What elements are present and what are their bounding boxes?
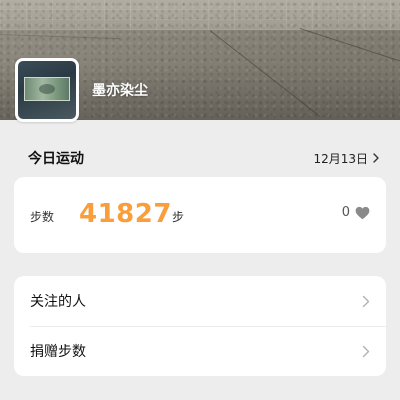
- date-label: 12月13日: [313, 151, 368, 166]
- banknote-avatar-icon: [18, 61, 76, 119]
- banknote-image: [24, 77, 70, 101]
- menu-card: 关注的人 捐赠步数: [14, 276, 386, 376]
- step-count: 41827: [79, 199, 172, 229]
- today-activity-header: 今日运动 12月13日: [28, 148, 380, 168]
- menu-item-following[interactable]: 关注的人: [14, 276, 386, 326]
- chevron-right-icon: [373, 153, 379, 163]
- avatar[interactable]: [15, 58, 79, 122]
- like-count: 0: [341, 205, 350, 220]
- menu-item-label: 关注的人: [30, 294, 86, 310]
- date-selector[interactable]: 12月13日: [313, 150, 380, 167]
- steps-unit: 步: [172, 210, 185, 224]
- step-count-card[interactable]: 步数 41827 步 0: [14, 177, 386, 253]
- like-button[interactable]: 0: [342, 205, 370, 220]
- section-title: 今日运动: [28, 151, 84, 167]
- heart-icon: [355, 206, 370, 219]
- menu-item-label: 捐赠步数: [30, 344, 86, 360]
- chevron-right-icon: [362, 345, 370, 357]
- steps-label: 步数: [30, 210, 55, 224]
- chevron-right-icon: [362, 295, 370, 307]
- username: 墨亦染尘: [92, 83, 148, 99]
- menu-item-donate-steps[interactable]: 捐赠步数: [14, 326, 386, 376]
